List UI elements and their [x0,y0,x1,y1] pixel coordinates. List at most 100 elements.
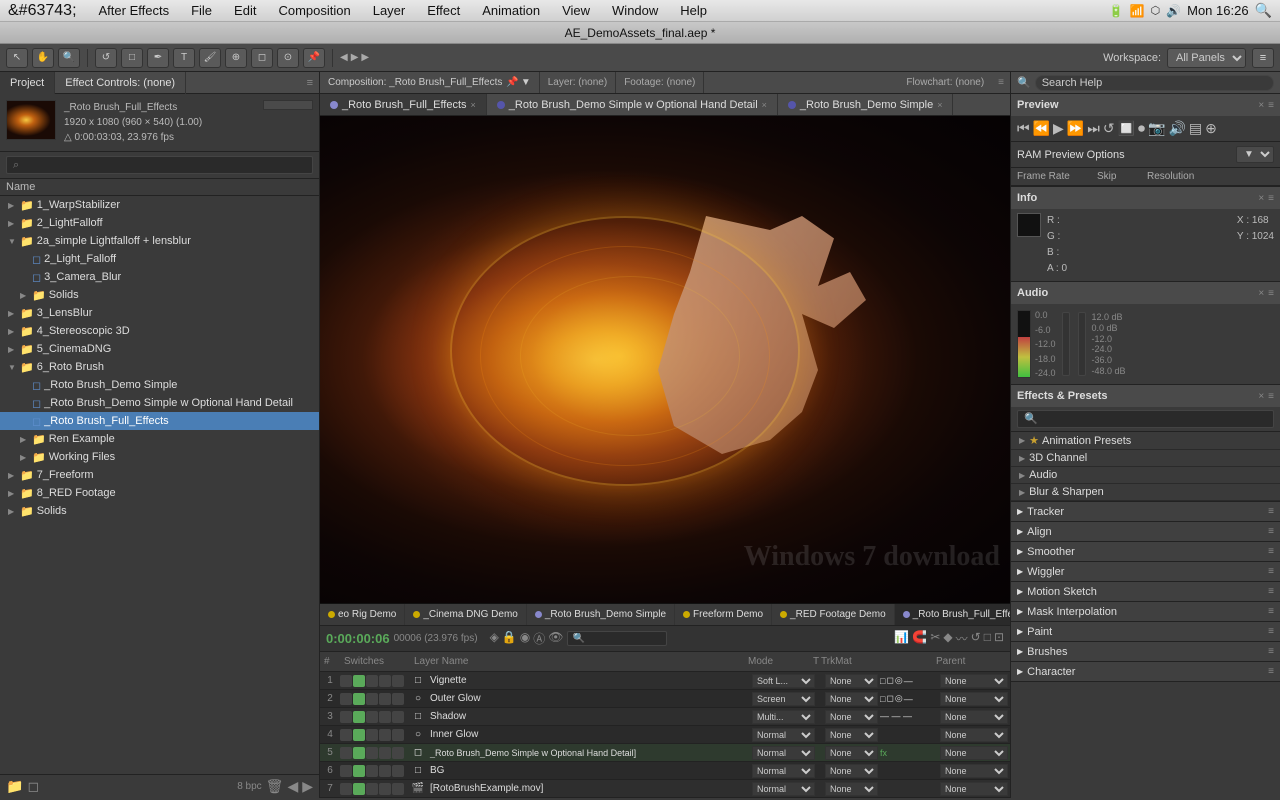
lr-sw-1[interactable] [340,765,352,777]
prev-back-btn[interactable]: ⏪ [1033,120,1050,137]
prev-overlay-btn[interactable]: ⊕ [1205,120,1217,137]
align-menu[interactable]: ≡ [1268,526,1274,537]
toolbar-select-tool[interactable]: ↖ [6,48,28,68]
workspace-menu-btn[interactable]: ≡ [1252,48,1274,68]
lr-sw-1[interactable] [340,711,352,723]
tl-tab-eorigdemo[interactable]: eo Rig Demo [320,604,405,625]
toolbar-hand-tool[interactable]: ✋ [32,48,54,68]
lr-adj-sw[interactable]: ◎ [895,675,903,686]
motionsketch-header[interactable]: ▶ Motion Sketch ≡ [1011,582,1280,602]
apple-menu[interactable]: &#63743; [8,2,77,20]
comp-tab-close[interactable]: × [762,100,767,110]
audio-header[interactable]: Audio × ≡ [1011,282,1280,304]
tl-marker-btn[interactable]: ◆ [943,630,952,647]
comp-tab-hand[interactable]: _Roto Brush_Demo Simple w Optional Hand … [487,94,778,115]
eff-item-audio[interactable]: ▶ Audio [1011,467,1280,484]
lr-mode-select[interactable]: Multi... [752,710,815,724]
tl-motion-btn[interactable]: 〰 [956,630,968,647]
lr-sw-1[interactable] [340,729,352,741]
lr-trkmat-select[interactable]: None [825,764,878,778]
lr-parent-select[interactable]: None [940,764,1008,778]
tl-graph-btn[interactable]: 📊 [894,630,909,647]
toolbar-puppet-tool[interactable]: 📌 [303,48,325,68]
lr-sw-4[interactable] [379,711,391,723]
lr-sw-4[interactable] [379,783,391,795]
lr-solo-sw[interactable] [379,675,391,687]
lr-motion-sw[interactable]: ◻ [886,675,893,686]
effects-close[interactable]: × [1258,391,1264,402]
tree-item-warpstab[interactable]: ▶ 📁 1_WarpStabilizer [0,196,319,214]
timeline-search-input[interactable] [567,631,667,646]
toolbar-roto-tool[interactable]: ⊙ [277,48,299,68]
menu-file[interactable]: File [187,1,216,20]
lr-sw-2[interactable] [353,747,365,759]
prev-camera-btn[interactable]: 📷 [1148,120,1165,137]
comp-tab-close[interactable]: × [937,100,942,110]
lr-sw-3[interactable] [366,783,378,795]
tl-tab-rotosimple[interactable]: _Roto Brush_Demo Simple [527,604,675,625]
prev-play-btn[interactable]: ▶ [1053,120,1064,137]
prev-mute-btn[interactable]: 🔲 [1118,120,1135,137]
tree-item-camblur[interactable]: ◻ 3_Camera_Blur [0,268,319,286]
tl-tab-red[interactable]: _RED Footage Demo [772,604,895,625]
eff-item-3d[interactable]: ▶ 3D Channel [1011,450,1280,467]
lr-mode-select[interactable]: Soft L... [752,674,815,688]
audio-menu[interactable]: ≡ [1268,288,1274,299]
brushes-header[interactable]: ▶ Brushes ≡ [1011,642,1280,662]
toolbar-zoom-tool[interactable]: 🔍 [58,48,80,68]
menu-edit[interactable]: Edit [230,1,260,20]
lr-trkmat-select[interactable]: None [825,674,878,688]
comp-tab-simple[interactable]: _Roto Brush_Demo Simple × [778,94,954,115]
tree-item-solids2[interactable]: ▶ 📁 Solids [0,502,319,520]
workspace-select[interactable]: All Panels [1167,48,1246,68]
lr-sw-4[interactable] [379,693,391,705]
menu-window[interactable]: Window [608,1,662,20]
lr-sw-3[interactable] [366,747,378,759]
smoother-header[interactable]: ▶ Smoother ≡ [1011,542,1280,562]
align-header[interactable]: ▶ Align ≡ [1011,522,1280,542]
toolbar-shape-tool[interactable]: □ [121,48,143,68]
lr-trkmat-select[interactable]: None [825,710,878,724]
info-menu[interactable]: ≡ [1268,193,1274,204]
lr-sw-c[interactable]: ◎ [895,693,903,704]
lr-sw-5[interactable] [392,693,404,705]
panel-menu-btn[interactable]: ≡ [307,77,319,89]
tree-item-rotosimple[interactable]: ◻ _Roto Brush_Demo Simple [0,376,319,394]
tl-expand-btn[interactable]: ⊡ [994,630,1004,647]
brushes-menu[interactable]: ≡ [1268,646,1274,657]
project-search-input[interactable] [6,156,313,174]
lr-sw-a[interactable]: □ [880,694,885,704]
comp-panel-menu[interactable]: ≡ [992,72,1010,93]
prev-record-btn[interactable]: ⏺ [1138,120,1145,137]
menu-composition[interactable]: Composition [274,1,354,20]
lr-sw-3[interactable] [366,765,378,777]
new-folder-btn[interactable]: 📁 [6,778,23,795]
scroll-left[interactable]: ◀ [287,778,298,795]
menu-view[interactable]: View [558,1,594,20]
tab-project[interactable]: Project [0,72,55,94]
lr-sw-5[interactable] [392,729,404,741]
lr-mode-select[interactable]: Normal [752,764,815,778]
tree-item-rotofull[interactable]: ◻ _Roto Brush_Full_Effects [0,412,319,430]
tree-item-lensblur[interactable]: ▶ 📁 3_LensBlur [0,304,319,322]
preview-panel-menu[interactable]: ≡ [1268,100,1274,111]
toolbar-type-tool[interactable]: T [173,48,195,68]
lr-sw-5[interactable] [392,747,404,759]
preview-panel-close[interactable]: × [1258,100,1264,111]
menu-layer[interactable]: Layer [369,1,410,20]
lr-sw-2[interactable] [353,693,365,705]
lr-sw-2[interactable] [353,711,365,723]
lr-sw-b[interactable]: ◻ [886,693,893,704]
effects-header[interactable]: Effects & Presets × ≡ [1011,385,1280,407]
tl-shy-btn[interactable]: ◉ [520,630,530,647]
lr-parent-select[interactable]: None [940,692,1008,706]
toolbar-paint-tool[interactable]: 🖌 [199,48,221,68]
wiggler-menu[interactable]: ≡ [1268,566,1274,577]
search-help-input[interactable] [1035,75,1274,91]
lr-lock-sw[interactable] [392,675,404,687]
spotlight-icon[interactable]: 🔍 [1255,2,1272,19]
lr-parent-select[interactable]: None [940,674,1008,688]
tl-ae-btn[interactable]: Ⓐ [533,630,545,647]
prev-fwd-btn[interactable]: ⏩ [1067,120,1084,137]
audio-fader-right[interactable] [1078,312,1086,376]
